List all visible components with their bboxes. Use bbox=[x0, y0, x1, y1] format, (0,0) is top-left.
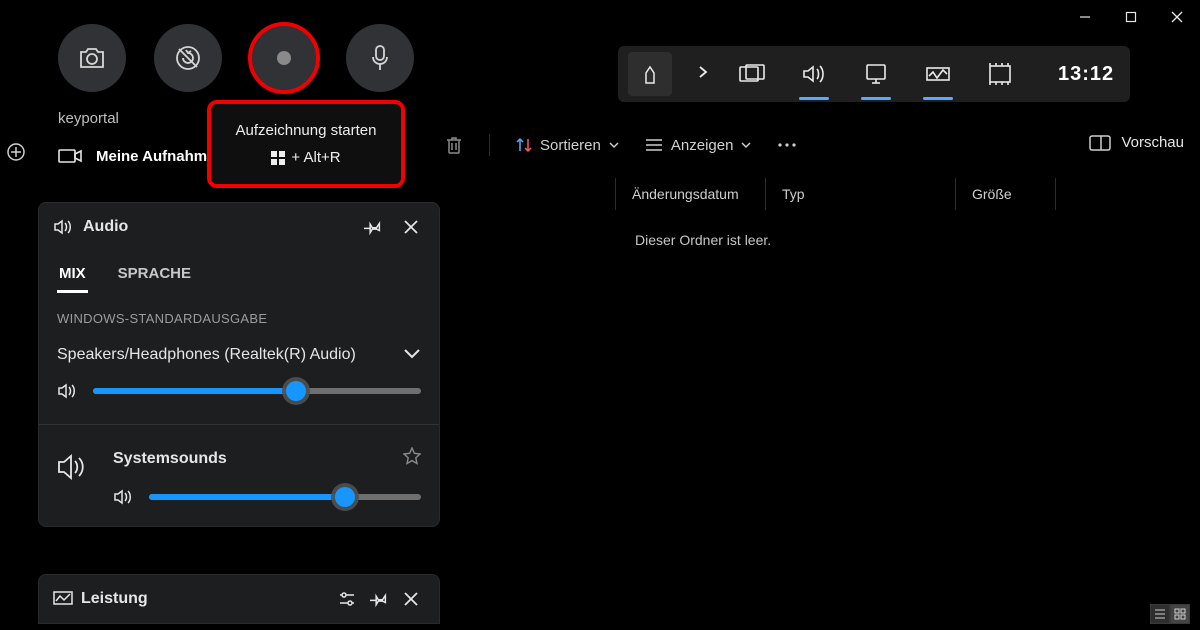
sort-label: Sortieren bbox=[540, 137, 601, 154]
speaker-small-icon bbox=[57, 382, 79, 400]
settings-button[interactable] bbox=[333, 585, 361, 613]
col-date[interactable]: Änderungsdatum bbox=[615, 178, 765, 210]
audio-widget-button[interactable] bbox=[796, 52, 832, 96]
tab-sprache[interactable]: SPRACHE bbox=[116, 257, 193, 293]
preview-label: Vorschau bbox=[1121, 134, 1184, 151]
my-recordings-label: Meine Aufnahm bbox=[96, 148, 207, 165]
device-expand-button[interactable] bbox=[403, 346, 421, 364]
audio-panel-title: Audio bbox=[83, 218, 349, 236]
screenshot-button[interactable] bbox=[58, 24, 126, 92]
performance-panel-title: Leistung bbox=[81, 590, 329, 608]
delete-button[interactable] bbox=[445, 135, 463, 155]
microphone-button[interactable] bbox=[346, 24, 414, 92]
view-mode-toggle bbox=[1150, 604, 1190, 624]
expand-icon[interactable] bbox=[698, 65, 708, 84]
xbox-game-bar: 13:12 bbox=[618, 46, 1130, 102]
audio-widget: Audio MIX SPRACHE WINDOWS-STANDARDAUSGAB… bbox=[38, 202, 440, 527]
device-1-volume-slider[interactable] bbox=[93, 388, 421, 394]
start-recording-tooltip: Aufzeichnung starten + Alt+R bbox=[211, 104, 401, 184]
favorite-button[interactable] bbox=[403, 447, 421, 470]
device-2-volume-slider[interactable] bbox=[149, 494, 421, 500]
active-underline bbox=[923, 97, 953, 100]
tooltip-shortcut: + Alt+R bbox=[221, 149, 391, 166]
performance-icon bbox=[53, 591, 73, 607]
clock: 13:12 bbox=[1058, 63, 1114, 86]
performance-widget-button[interactable] bbox=[858, 52, 894, 96]
col-size[interactable]: Größe bbox=[955, 178, 1055, 210]
view-button[interactable]: Anzeigen bbox=[645, 137, 752, 154]
pin-button[interactable] bbox=[359, 213, 387, 241]
view-label: Anzeigen bbox=[671, 137, 734, 154]
active-underline bbox=[861, 97, 891, 100]
sort-button[interactable]: Sortieren bbox=[516, 137, 619, 154]
gallery-widget-button[interactable] bbox=[982, 52, 1018, 96]
capture-widget-button[interactable] bbox=[734, 52, 770, 96]
start-recording-button[interactable] bbox=[250, 24, 318, 92]
tooltip-title: Aufzeichnung starten bbox=[221, 122, 391, 139]
speaker-icon bbox=[53, 218, 73, 236]
empty-folder-message: Dieser Ordner ist leer. bbox=[445, 232, 1184, 248]
performance-widget: Leistung bbox=[38, 574, 440, 624]
close-panel-button[interactable] bbox=[397, 213, 425, 241]
resources-widget-button[interactable] bbox=[920, 52, 956, 96]
tab-mix[interactable]: MIX bbox=[57, 257, 88, 293]
active-underline bbox=[799, 97, 829, 100]
details-view-button[interactable] bbox=[1150, 604, 1170, 624]
speaker-big-icon bbox=[57, 447, 97, 486]
record-last-button[interactable] bbox=[154, 24, 222, 92]
window-close-button[interactable] bbox=[1154, 0, 1200, 34]
window-minimize-button[interactable] bbox=[1062, 0, 1108, 34]
thumbs-view-button[interactable] bbox=[1170, 604, 1190, 624]
file-explorer: Sortieren Anzeigen Änderungsdatum Typ Gr… bbox=[445, 124, 1184, 248]
shortcut-text: + Alt+R bbox=[291, 149, 340, 166]
home-button[interactable] bbox=[628, 52, 672, 96]
audio-device-1-name: Speakers/Headphones (Realtek(R) Audio) bbox=[57, 346, 356, 364]
windows-key-icon bbox=[271, 151, 285, 165]
col-type[interactable]: Typ bbox=[765, 178, 955, 210]
audio-section-label: WINDOWS-STANDARDAUSGABE bbox=[39, 293, 439, 336]
new-item-button[interactable] bbox=[4, 140, 28, 164]
speaker-small-icon bbox=[113, 488, 135, 506]
column-headers: Änderungsdatum Typ Größe bbox=[445, 178, 1184, 210]
close-panel-button[interactable] bbox=[397, 585, 425, 613]
window-maximize-button[interactable] bbox=[1108, 0, 1154, 34]
audio-device-2-name: Systemsounds bbox=[113, 450, 227, 468]
more-button[interactable] bbox=[777, 142, 797, 148]
preview-pane-button[interactable]: Vorschau bbox=[1089, 134, 1184, 151]
pin-button[interactable] bbox=[365, 585, 393, 613]
